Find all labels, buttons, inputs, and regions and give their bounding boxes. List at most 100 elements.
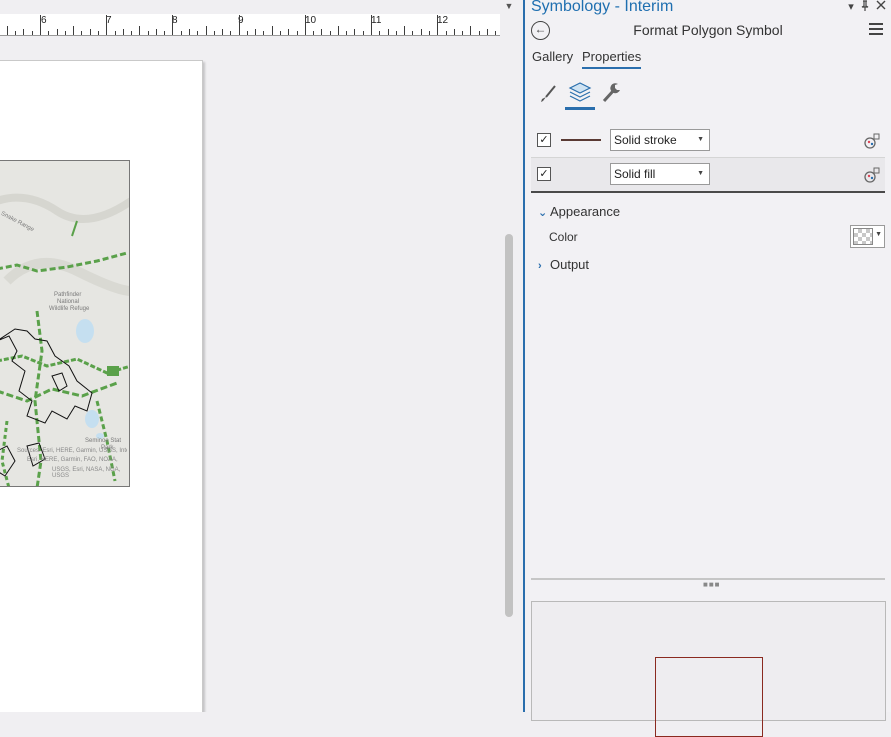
ruler-tick: [106, 15, 108, 35]
ruler-tick: [453, 29, 455, 35]
ruler-tick: [404, 26, 406, 35]
output-section-header[interactable]: › Output: [538, 257, 589, 272]
ruler-tick: [97, 31, 99, 35]
ruler-tick: [412, 31, 414, 35]
paintbrush-icon[interactable]: [535, 78, 565, 110]
layers-icon[interactable]: [565, 78, 595, 110]
ruler-tick: [280, 31, 281, 35]
ruler-tick: [495, 31, 497, 35]
ruler-tick: [238, 15, 240, 35]
map-place-label: Wildlife Refuge: [49, 306, 90, 312]
layer-type-value: Solid stroke: [614, 133, 677, 147]
horizontal-ruler: 6 7 8 9 10 11 12: [0, 14, 500, 36]
splitter-grip-icon[interactable]: ■■■: [703, 580, 721, 589]
ruler-tick: [371, 15, 372, 35]
ruler-tick: [197, 31, 199, 35]
pane-title: Symbology - Interim: [531, 0, 674, 15]
stroke-swatch: [561, 139, 601, 141]
ruler-tick: [40, 15, 41, 35]
ruler-tick: [189, 29, 190, 35]
layout-page[interactable]: Snake Range Pathfinder National Wildlife…: [0, 60, 203, 712]
scroll-up-arrow-icon[interactable]: ▼: [502, 0, 516, 12]
map-place-label: Seminoe Stat: [85, 438, 122, 444]
ruler-tick: [354, 29, 356, 35]
ruler-tick: [164, 31, 166, 35]
ruler-label: 12: [437, 15, 449, 26]
ruler-tick: [346, 31, 348, 35]
ruler-tick: [230, 31, 232, 35]
layout-vertical-scrollbar[interactable]: ▼: [500, 1, 523, 712]
ruler-tick: [437, 15, 439, 35]
ruler-tick: [172, 15, 174, 35]
ruler-tick: [486, 29, 488, 35]
ruler-tick: [89, 29, 91, 35]
layout-view[interactable]: 6 7 8 9 10 11 12 Snake Range Pathfinder …: [0, 0, 523, 712]
tab-gallery[interactable]: Gallery: [532, 49, 573, 67]
ruler-label: 6: [41, 15, 47, 26]
ruler-tick: [288, 29, 290, 35]
ruler-tick: [462, 31, 463, 35]
tab-properties[interactable]: Properties: [582, 49, 642, 69]
symbol-properties-icon[interactable]: [863, 166, 881, 184]
ruler-top-strip: [0, 0, 500, 14]
ruler-tick: [147, 31, 149, 35]
ruler-tick: [321, 29, 323, 35]
ruler-tick: [478, 31, 480, 35]
ruler-tick: [255, 29, 257, 35]
layer-type-dropdown[interactable]: Solid fill ▼: [610, 163, 710, 185]
map-place-label: Pathfinder: [54, 292, 82, 298]
appearance-label: Appearance: [550, 204, 621, 219]
layer-type-value: Solid fill: [614, 167, 656, 181]
layer-visibility-checkbox[interactable]: ✓: [537, 133, 551, 147]
ruler-tick: [271, 26, 273, 35]
ruler-tick: [213, 31, 215, 35]
symbol-layer-row[interactable]: ✓ Solid stroke ▼: [531, 124, 885, 158]
no-color-swatch: [853, 228, 873, 245]
ruler-label: 11: [371, 15, 382, 26]
chevron-down-icon: ▼: [697, 136, 704, 143]
ruler-tick: [329, 31, 331, 35]
pin-icon[interactable]: [857, 0, 873, 14]
ruler-tick: [205, 26, 207, 35]
ruler-tick: [180, 31, 182, 35]
ruler-tick: [304, 15, 306, 35]
ruler-tick: [155, 29, 157, 35]
ruler-tick: [122, 29, 124, 35]
chevron-down-icon: ▼: [875, 231, 882, 238]
ruler-tick: [48, 31, 50, 35]
color-picker[interactable]: ▼: [850, 225, 885, 248]
ruler-tick: [263, 31, 265, 35]
symbol-properties-icon[interactable]: [863, 132, 881, 150]
scrollbar-thumb[interactable]: [505, 234, 513, 617]
symbology-pane: Symbology - Interim ▾ ← Format Polygon S…: [525, 0, 891, 737]
map-attribution: USGS, Esri, NASA, NGA, USGS: [52, 467, 121, 479]
appearance-section-header[interactable]: ⌄ Appearance: [538, 204, 620, 219]
ruler-tick: [420, 29, 422, 35]
layer-visibility-checkbox[interactable]: ✓: [537, 167, 551, 181]
ruler-tick: [73, 26, 75, 35]
symbol-preview: [531, 601, 886, 737]
ruler-tick: [114, 31, 116, 35]
ruler-tick: [131, 31, 132, 35]
ruler-tick: [222, 29, 224, 35]
preview-polygon: [655, 657, 763, 737]
layer-type-dropdown[interactable]: Solid stroke ▼: [610, 129, 710, 151]
map-frame[interactable]: Snake Range Pathfinder National Wildlife…: [0, 160, 130, 487]
chevron-down-icon: ▼: [697, 170, 704, 177]
ruler-tick: [379, 31, 381, 35]
ruler-tick: [296, 31, 298, 35]
map-place-label: National: [57, 299, 80, 305]
ruler-tick: [387, 29, 389, 35]
ruler-tick: [139, 26, 141, 35]
ruler-label: 10: [305, 15, 317, 26]
close-icon[interactable]: [873, 0, 889, 14]
chevron-down-icon: ⌄: [538, 207, 548, 219]
symbol-layer-row[interactable]: ✓ Solid fill ▼: [531, 157, 885, 193]
ruler-tick: [470, 26, 472, 35]
ruler-tick: [395, 31, 397, 35]
ruler-tick: [337, 26, 339, 35]
ruler-tick: [64, 31, 66, 35]
ruler-tick: [15, 31, 17, 35]
wrench-icon[interactable]: [597, 78, 627, 110]
hamburger-menu-icon[interactable]: [869, 23, 883, 35]
